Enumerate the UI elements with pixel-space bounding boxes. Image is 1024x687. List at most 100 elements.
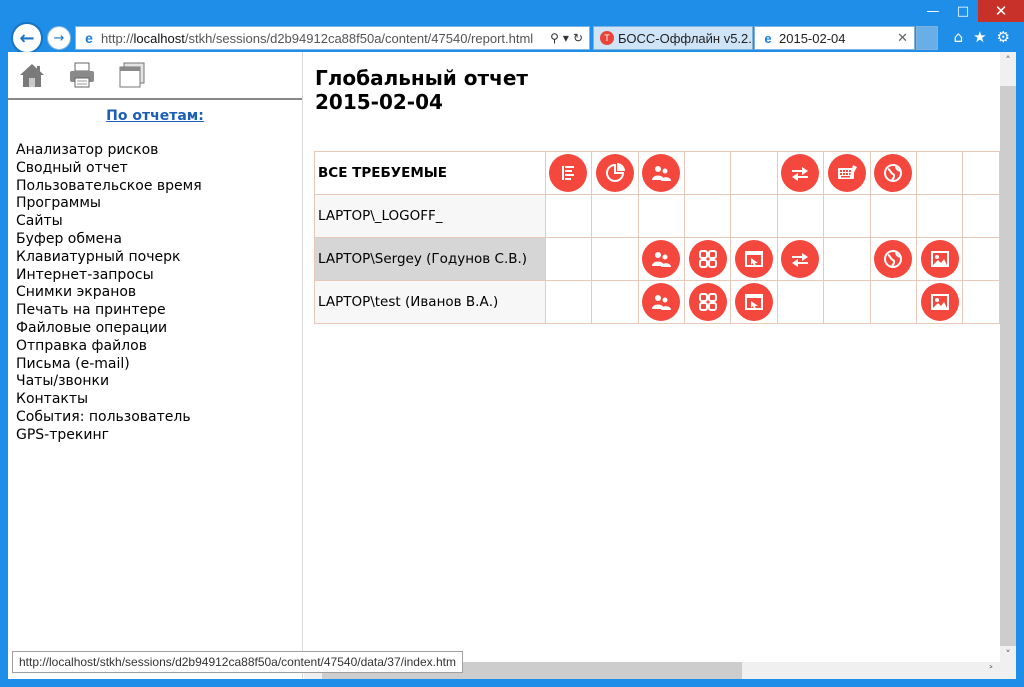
- menu-item[interactable]: Отправка файлов: [16, 338, 302, 356]
- menu-item[interactable]: Файловые операции: [16, 320, 302, 338]
- report-cell: [915, 194, 964, 238]
- report-cell[interactable]: [637, 237, 685, 281]
- search-icon[interactable]: ⚲: [550, 31, 559, 45]
- list-icon[interactable]: [549, 154, 588, 192]
- menu-item[interactable]: Клавиатурный почерк: [16, 249, 302, 267]
- report-cell[interactable]: [869, 237, 917, 281]
- tab-label: 2015-02-04: [779, 30, 846, 46]
- tab-label: БОСС-Оффлайн v5.2...: [618, 30, 753, 46]
- tab-report-date[interactable]: e 2015-02-04 ✕: [754, 26, 915, 50]
- report-cell: [683, 151, 732, 195]
- favorites-star-icon[interactable]: ★: [973, 28, 986, 46]
- menu-item[interactable]: Сайты: [16, 213, 302, 231]
- address-bar[interactable]: e http://localhost/stkh/sessions/d2b9491…: [75, 26, 590, 50]
- menu-item[interactable]: GPS-трекинг: [16, 427, 302, 445]
- vertical-scroll-thumb[interactable]: [1000, 86, 1016, 646]
- apps-icon[interactable]: [688, 240, 727, 278]
- window-icon[interactable]: [735, 283, 774, 321]
- report-cell[interactable]: [823, 151, 871, 195]
- menu-item[interactable]: Контакты: [16, 391, 302, 409]
- window-controls: — □ ✕: [918, 0, 1024, 22]
- forward-button[interactable]: →: [47, 26, 71, 50]
- menu-item[interactable]: Анализатор рисков: [16, 142, 302, 160]
- window-frame-icon[interactable]: [116, 59, 148, 91]
- menu-item[interactable]: Письма (e-mail): [16, 356, 302, 374]
- home-icon[interactable]: [16, 59, 48, 91]
- transfer-icon[interactable]: [781, 154, 820, 192]
- tab-boss-offline[interactable]: T БОСС-Оффлайн v5.2...: [593, 26, 753, 50]
- window-icon[interactable]: [735, 240, 774, 278]
- menu-item[interactable]: Печать на принтере: [16, 302, 302, 320]
- window-glyph: [745, 294, 764, 310]
- globe-glyph: [884, 250, 903, 268]
- transfer-icon[interactable]: [781, 240, 820, 278]
- menu-item[interactable]: События: пользователь: [16, 409, 302, 427]
- report-cell[interactable]: [915, 237, 964, 281]
- new-tab-button[interactable]: [916, 26, 938, 50]
- reports-link[interactable]: По отчетам:: [106, 108, 204, 124]
- scroll-down-icon[interactable]: ˅: [1000, 646, 1016, 662]
- status-url-tooltip: http://localhost/stkh/sessions/d2b94912c…: [12, 651, 463, 673]
- settings-gear-icon[interactable]: ⚙: [997, 28, 1010, 46]
- users-icon[interactable]: [642, 283, 681, 321]
- image-icon[interactable]: [920, 240, 959, 278]
- scroll-up-icon[interactable]: ˄: [1000, 52, 1016, 68]
- report-cell[interactable]: [869, 151, 917, 195]
- image-glyph: [930, 294, 949, 310]
- report-cell[interactable]: [637, 151, 685, 195]
- report-cell[interactable]: [544, 151, 593, 195]
- globe-icon[interactable]: [874, 240, 913, 278]
- vertical-scrollbar[interactable]: ˄ ˅: [1000, 52, 1016, 662]
- scrollbar-corner: [1000, 662, 1016, 679]
- maximize-icon[interactable]: □: [948, 0, 978, 22]
- printer-icon[interactable]: [66, 59, 98, 91]
- scroll-right-icon[interactable]: ˃: [982, 662, 1000, 679]
- menu-item[interactable]: Чаты/звонки: [16, 373, 302, 391]
- menu-item[interactable]: Программы: [16, 195, 302, 213]
- users-glyph: [652, 166, 672, 181]
- menu-item[interactable]: Интернет-запросы: [16, 267, 302, 285]
- menu-item[interactable]: Пользовательское время: [16, 178, 302, 196]
- keyboard-icon[interactable]: [827, 154, 866, 192]
- report-cell[interactable]: [776, 237, 825, 281]
- dropdown-icon[interactable]: ▾: [563, 31, 569, 45]
- menu-item[interactable]: Буфер обмена: [16, 231, 302, 249]
- left-frame: По отчетам: Анализатор рисков Сводный отч…: [8, 52, 303, 679]
- report-cell: [591, 194, 639, 238]
- row-label[interactable]: LAPTOP\Sergey (Годунов С.В.): [314, 237, 546, 281]
- image-icon[interactable]: [920, 283, 959, 321]
- users-icon[interactable]: [642, 240, 681, 278]
- report-cell[interactable]: [776, 151, 825, 195]
- address-url[interactable]: http://localhost/stkh/sessions/d2b94912c…: [101, 31, 550, 46]
- refresh-icon[interactable]: ↻: [573, 31, 583, 45]
- report-cell[interactable]: [637, 280, 685, 324]
- pie-glyph: [605, 163, 625, 182]
- report-cell: [544, 237, 593, 281]
- report-cell: [915, 151, 964, 195]
- report-cell: [544, 194, 593, 238]
- apps-icon[interactable]: [688, 283, 727, 321]
- home-icon[interactable]: ⌂: [954, 28, 964, 46]
- menu-item[interactable]: Сводный отчет: [16, 160, 302, 178]
- row-label[interactable]: LAPTOP\test (Иванов В.А.): [314, 280, 546, 324]
- report-cell[interactable]: [730, 280, 778, 324]
- globe-icon[interactable]: [874, 154, 913, 192]
- url-prefix: http://: [101, 30, 134, 46]
- report-cell[interactable]: [683, 280, 732, 324]
- report-cell[interactable]: [591, 151, 639, 195]
- menu-item[interactable]: Снимки экранов: [16, 284, 302, 302]
- report-cell: [869, 280, 917, 324]
- pie-icon[interactable]: [595, 154, 634, 192]
- report-cell[interactable]: [915, 280, 964, 324]
- users-icon[interactable]: [642, 154, 681, 192]
- row-label[interactable]: LAPTOP\_LOGOFF_: [314, 194, 546, 238]
- minimize-icon[interactable]: —: [918, 0, 948, 22]
- report-cell[interactable]: [683, 237, 732, 281]
- tab-close-icon[interactable]: ✕: [897, 30, 908, 46]
- globe-glyph: [884, 164, 903, 182]
- row-label[interactable]: ВСЕ ТРЕБУЕМЫЕ: [314, 151, 546, 195]
- report-cell[interactable]: [730, 237, 778, 281]
- report-title-line1: Глобальный отчет: [315, 66, 528, 90]
- close-icon[interactable]: ✕: [978, 0, 1024, 22]
- back-button[interactable]: ←: [11, 22, 43, 54]
